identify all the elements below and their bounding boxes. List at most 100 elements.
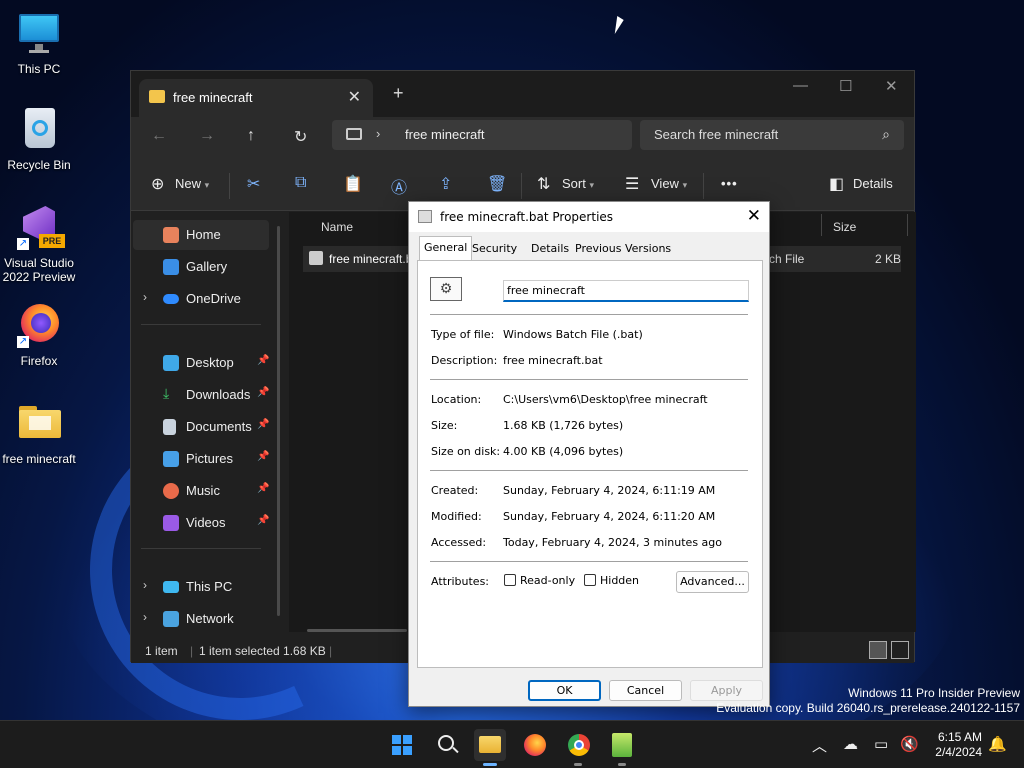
- view-button[interactable]: View ▾: [651, 176, 687, 191]
- tab-general[interactable]: General: [419, 236, 473, 260]
- clock-time: 6:15 AM: [937, 730, 982, 744]
- paste-icon[interactable]: 📋: [343, 174, 363, 194]
- desktop-icon-recycle-bin[interactable]: Recycle Bin: [0, 106, 78, 172]
- nav-item-downloads[interactable]: ⤓ Downloads 📌: [133, 380, 269, 410]
- column-header-name[interactable]: Name: [321, 220, 353, 234]
- rename-icon[interactable]: Ⓐ: [391, 174, 407, 198]
- desktop-icon-this-pc[interactable]: This PC: [0, 10, 78, 76]
- horizontal-scrollbar[interactable]: [307, 629, 407, 632]
- file-explorer-taskbar-button[interactable]: [474, 729, 506, 761]
- size-value: 1.68 KB (1,726 bytes): [503, 419, 624, 432]
- close-window-icon[interactable]: ✕: [885, 77, 898, 95]
- delete-icon[interactable]: 🗑: [487, 174, 507, 194]
- item-count: 1 item: [145, 644, 178, 658]
- volume-muted-icon[interactable]: 🔇: [900, 735, 919, 753]
- clock[interactable]: 6:15 AM 2/4/2024: [924, 730, 982, 760]
- chevron-right-icon[interactable]: ›: [143, 290, 147, 304]
- active-indicator: [483, 763, 497, 766]
- nav-item-this-pc[interactable]: › This PC: [133, 572, 269, 602]
- gallery-icon: [163, 259, 179, 275]
- notepad-taskbar-button[interactable]: [606, 729, 638, 761]
- column-divider[interactable]: [821, 214, 822, 236]
- folder-icon: [15, 400, 63, 448]
- tiles-view-icon[interactable]: [891, 641, 909, 659]
- column-header-size[interactable]: Size: [833, 220, 856, 234]
- desktop-icon-visual-studio[interactable]: PRE ↗ Visual Studio 2022 Preview: [0, 204, 78, 284]
- maximize-icon[interactable]: ☐: [839, 77, 852, 95]
- nav-item-pictures[interactable]: Pictures 📌: [133, 444, 269, 474]
- tab-security[interactable]: Security: [468, 238, 521, 260]
- read-only-checkbox[interactable]: Read-only: [504, 574, 575, 587]
- tab-free-minecraft[interactable]: free minecraft ✕: [139, 79, 373, 117]
- tab-previous-versions[interactable]: Previous Versions: [571, 238, 675, 260]
- status-divider: |: [190, 644, 194, 658]
- nav-item-home[interactable]: Home: [133, 220, 269, 250]
- location-value: C:\Users\vm6\Desktop\free minecraft: [503, 393, 708, 406]
- nav-item-videos[interactable]: Videos 📌: [133, 508, 269, 538]
- close-tab-icon[interactable]: ✕: [348, 87, 361, 107]
- cancel-button[interactable]: Cancel: [609, 680, 682, 701]
- breadcrumb-free-minecraft[interactable]: free minecraft: [405, 127, 484, 142]
- search-icon: ⌕: [882, 126, 890, 142]
- plus-circle-icon: ⊕: [151, 176, 165, 193]
- checkbox-box: [584, 574, 596, 586]
- hidden-checkbox[interactable]: Hidden: [584, 574, 639, 587]
- taskbar: ︿ ☁ ▭ 🔇 6:15 AM 2/4/2024 🔔: [0, 720, 1024, 768]
- minimize-icon[interactable]: —: [793, 77, 808, 94]
- nav-item-desktop[interactable]: Desktop 📌: [133, 348, 269, 378]
- nav-scrollbar[interactable]: [277, 226, 280, 616]
- onedrive-offline-icon[interactable]: ☁: [843, 735, 858, 753]
- dialog-tabs: General Security Details Previous Versio…: [417, 236, 763, 260]
- new-button[interactable]: New ▾: [175, 176, 209, 191]
- created-label: Created:: [431, 484, 479, 497]
- sort-icon: ⇅: [537, 176, 551, 193]
- close-icon[interactable]: ✕: [747, 206, 761, 226]
- general-tab-panel: ⚙ Type of file: Windows Batch File (.bat…: [417, 260, 763, 668]
- tab-details[interactable]: Details: [527, 238, 573, 260]
- chevron-right-icon[interactable]: ›: [143, 610, 147, 624]
- chevron-right-icon[interactable]: ›: [143, 578, 147, 592]
- desktop-icon-free-minecraft[interactable]: free minecraft: [0, 400, 78, 466]
- nav-item-music[interactable]: Music 📌: [133, 476, 269, 506]
- nav-item-onedrive[interactable]: › OneDrive: [133, 284, 269, 314]
- pin-icon: 📌: [257, 515, 270, 526]
- new-tab-button[interactable]: +: [393, 83, 404, 104]
- sort-button[interactable]: Sort ▾: [562, 176, 594, 191]
- address-bar[interactable]: › free minecraft: [332, 120, 632, 150]
- share-icon[interactable]: ⇪: [439, 174, 452, 194]
- more-options-button[interactable]: •••: [721, 176, 738, 191]
- pictures-icon: [163, 451, 179, 467]
- column-divider[interactable]: [907, 214, 908, 236]
- search-button[interactable]: [431, 729, 463, 761]
- network-icon[interactable]: ▭: [874, 735, 888, 753]
- notification-bell-icon[interactable]: 🔔: [988, 735, 1007, 753]
- advanced-button[interactable]: Advanced...: [676, 571, 749, 593]
- start-button[interactable]: [386, 729, 418, 761]
- dialog-title: free minecraft.bat Properties: [440, 210, 614, 224]
- search-box[interactable]: Search free minecraft ⌕: [640, 120, 904, 150]
- desktop-icon-label: This PC: [17, 62, 61, 76]
- nav-item-network[interactable]: › Network: [133, 604, 269, 634]
- watermark-build: Evaluation copy. Build 26040.rs_prerelea…: [716, 701, 1020, 715]
- desktop-icon-firefox[interactable]: ↗ Firefox: [0, 302, 78, 368]
- up-arrow-icon[interactable]: ↑: [247, 127, 255, 145]
- details-button[interactable]: Details: [853, 176, 893, 191]
- ok-button[interactable]: OK: [528, 680, 601, 701]
- details-view-icon[interactable]: [869, 641, 887, 659]
- back-arrow-icon[interactable]: ←: [151, 127, 167, 145]
- music-icon: [163, 483, 179, 499]
- refresh-icon[interactable]: ↻: [294, 127, 307, 147]
- mouse-cursor-icon: [614, 16, 625, 34]
- nav-item-gallery[interactable]: Gallery: [133, 252, 269, 282]
- nav-item-documents[interactable]: Documents 📌: [133, 412, 269, 442]
- file-name-field[interactable]: [503, 280, 749, 302]
- forward-arrow-icon[interactable]: →: [199, 127, 215, 145]
- divider: [229, 173, 230, 199]
- address-row: ← → ↑ ↻ › free minecraft Search free min…: [131, 117, 914, 159]
- firefox-taskbar-button[interactable]: [519, 729, 551, 761]
- chrome-taskbar-button[interactable]: [563, 729, 595, 761]
- copy-icon[interactable]: ⧉: [295, 174, 306, 192]
- show-hidden-icons-chevron-icon[interactable]: ︿: [812, 735, 827, 756]
- cut-icon[interactable]: ✂: [247, 174, 260, 194]
- apply-button[interactable]: Apply: [690, 680, 763, 701]
